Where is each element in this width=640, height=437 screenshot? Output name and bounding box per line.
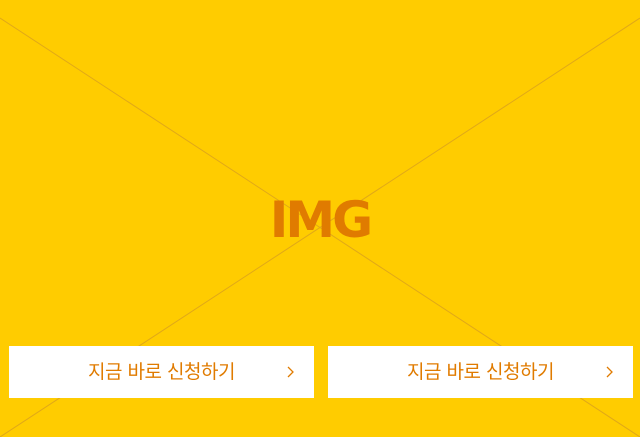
apply-now-button-label: 지금 바로 신청하기 [407,361,554,383]
image-banner: IMG 지금 바로 신청하기 지금 바로 신청하기 [0,0,640,437]
placeholder-label: IMG [269,191,373,249]
apply-now-button[interactable]: 지금 바로 신청하기 [9,346,314,398]
apply-now-button-label: 지금 바로 신청하기 [88,361,235,383]
chevron-right-icon [287,366,294,378]
apply-now-button[interactable]: 지금 바로 신청하기 [328,346,633,398]
chevron-right-icon [606,366,613,378]
